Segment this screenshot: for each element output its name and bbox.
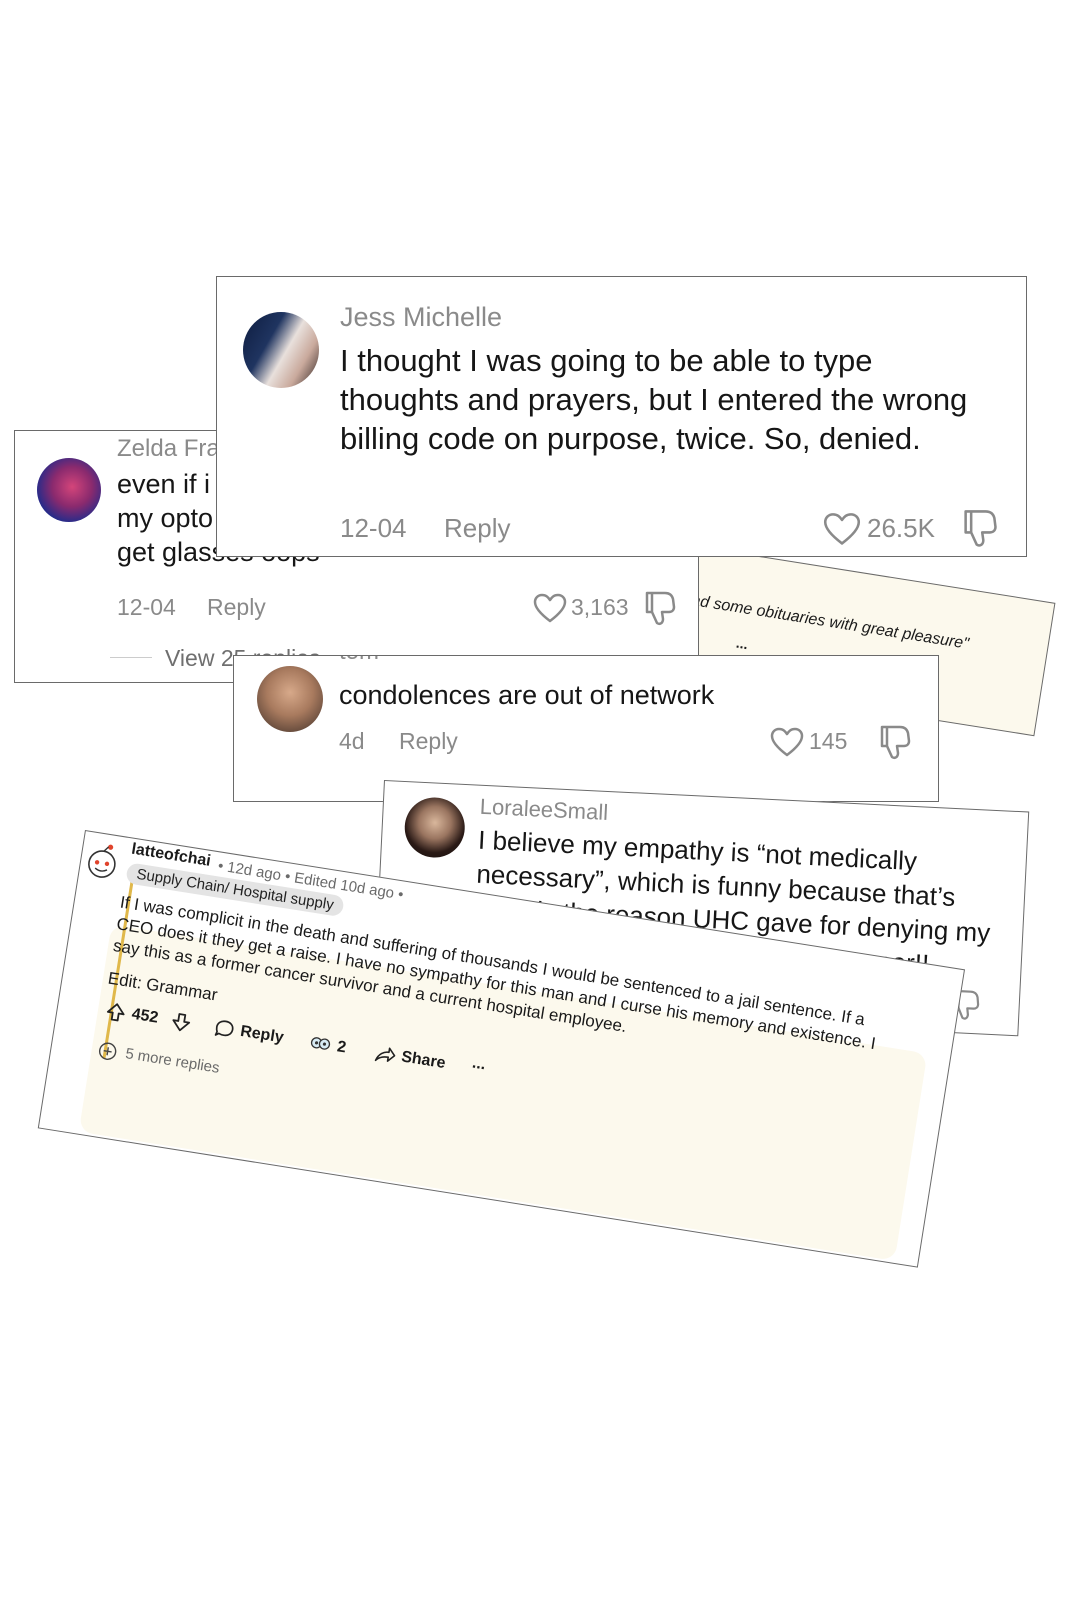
avatar <box>243 312 319 388</box>
comment-date: 12-04 <box>117 594 176 620</box>
dislike-icon[interactable] <box>878 723 912 761</box>
expand-plus-icon[interactable] <box>96 1040 119 1063</box>
like-count: 145 <box>809 728 848 754</box>
avatar <box>403 796 467 859</box>
comment-text: I thought I was going to be able to type… <box>340 343 968 456</box>
reply-button[interactable]: Reply <box>399 728 458 755</box>
dislike-icon[interactable] <box>961 507 999 549</box>
comment-date: 12-04 <box>340 513 407 543</box>
comment-card-jess: Jess Michelle I thought I was going to b… <box>216 276 1027 557</box>
comment-bubble-icon[interactable] <box>213 1018 236 1041</box>
upvote-icon[interactable] <box>104 1001 127 1024</box>
avatar <box>257 666 323 732</box>
like-count: 3,163 <box>571 594 629 620</box>
avatar <box>37 458 101 522</box>
heart-icon[interactable] <box>533 593 567 625</box>
reply-button[interactable]: Reply <box>444 513 510 544</box>
comment-card-tom: tom condolences are out of network 4d Re… <box>233 655 939 802</box>
more-options-button[interactable]: ... <box>471 1055 487 1075</box>
username[interactable]: Zelda Fra <box>117 435 220 463</box>
heart-icon[interactable] <box>770 727 804 759</box>
downvote-icon[interactable] <box>170 1011 193 1034</box>
share-icon[interactable] <box>373 1043 398 1066</box>
comment-text: condolences are out of network <box>339 680 715 710</box>
comment-text: read some obituaries with great pleasure… <box>676 589 970 653</box>
comment-date: 4d <box>339 728 365 754</box>
award-icon[interactable] <box>308 1033 333 1056</box>
comment-text-line: my opto <box>117 503 214 533</box>
username[interactable]: LoraleeSmall <box>479 794 608 826</box>
like-count: 26.5K <box>867 513 935 543</box>
username[interactable]: Jess Michelle <box>340 302 502 333</box>
reddit-avatar-icon <box>88 844 116 878</box>
reply-button[interactable]: Reply <box>207 594 266 621</box>
heart-icon[interactable] <box>823 512 861 548</box>
comment-text-line: even if i <box>117 469 211 499</box>
divider <box>110 657 152 658</box>
dislike-icon[interactable] <box>643 589 677 627</box>
username[interactable]: tom <box>339 656 379 666</box>
more-options-button[interactable]: ... <box>735 635 749 653</box>
